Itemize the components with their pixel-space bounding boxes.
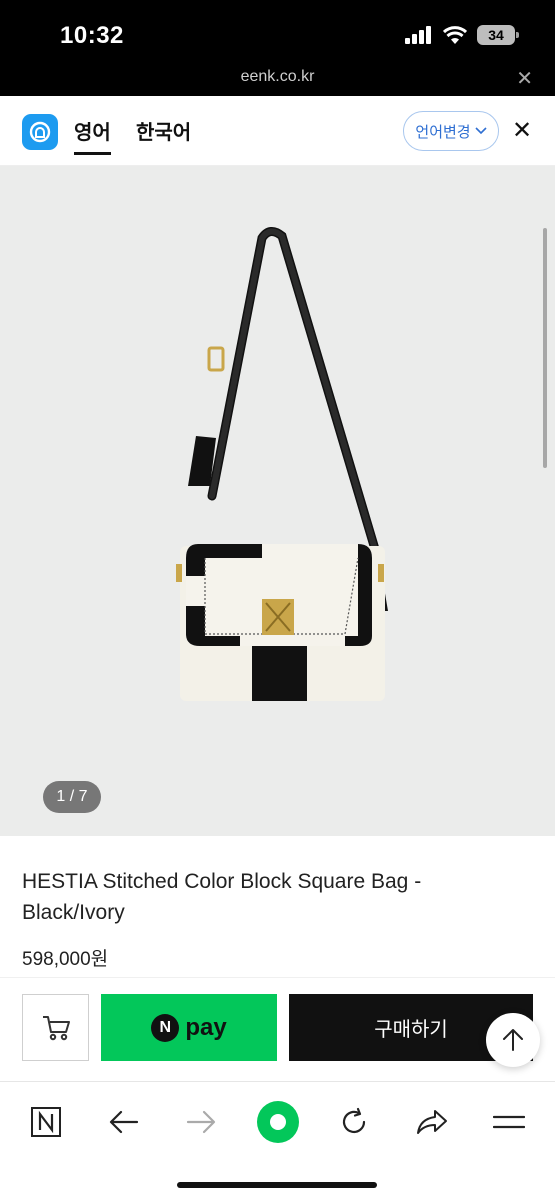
status-bar: 10:32 34 — [0, 0, 555, 62]
product-image-carousel[interactable]: 1 / 7 — [0, 166, 555, 836]
wifi-icon — [443, 26, 467, 44]
translate-bar: 영어 한국어 언어변경 ✕ — [0, 96, 555, 166]
cart-icon — [42, 1015, 70, 1040]
image-counter: 1 / 7 — [43, 781, 101, 813]
back-arrow-icon[interactable] — [100, 1098, 148, 1146]
battery-icon: 34 — [477, 25, 519, 45]
status-icons: 34 — [405, 25, 519, 45]
tab-korean[interactable]: 한국어 — [136, 116, 191, 145]
naver-home-icon[interactable] — [22, 1098, 70, 1146]
product-image — [176, 227, 388, 701]
npay-button[interactable]: N pay — [101, 994, 277, 1061]
share-icon[interactable] — [408, 1098, 456, 1146]
cart-button[interactable] — [22, 994, 89, 1061]
papago-logo-icon — [22, 114, 58, 150]
close-translate-icon[interactable]: ✕ — [512, 116, 532, 145]
menu-icon[interactable] — [485, 1098, 533, 1146]
status-time: 10:32 — [60, 22, 124, 49]
arrow-up-icon — [503, 1029, 523, 1051]
change-language-label: 언어변경 — [415, 123, 471, 141]
browser-toolbar — [0, 1081, 555, 1200]
reload-icon[interactable] — [330, 1098, 378, 1146]
tab-english[interactable]: 영어 — [74, 116, 111, 155]
product-title: HESTIA Stitched Color Block Square Bag -… — [22, 870, 422, 924]
product-price: 598,000원 — [22, 949, 109, 970]
npay-label: pay — [185, 1013, 227, 1041]
signal-icon — [405, 26, 431, 44]
url-bar[interactable]: eenk.co.kr ✕ — [0, 62, 555, 96]
forward-arrow-icon[interactable] — [177, 1098, 225, 1146]
change-language-button[interactable]: 언어변경 — [403, 111, 499, 151]
home-indicator[interactable] — [177, 1182, 377, 1188]
url-text[interactable]: eenk.co.kr — [0, 68, 555, 86]
scroll-indicator[interactable] — [543, 228, 547, 468]
naver-n-icon: N — [151, 1013, 180, 1042]
buy-bar: N pay 구매하기 — [0, 977, 555, 1080]
green-dot-icon[interactable] — [254, 1098, 302, 1146]
close-icon[interactable]: ✕ — [516, 66, 533, 91]
battery-level: 34 — [488, 27, 504, 43]
chevron-down-icon — [475, 127, 487, 135]
scroll-top-button[interactable] — [486, 1013, 540, 1067]
